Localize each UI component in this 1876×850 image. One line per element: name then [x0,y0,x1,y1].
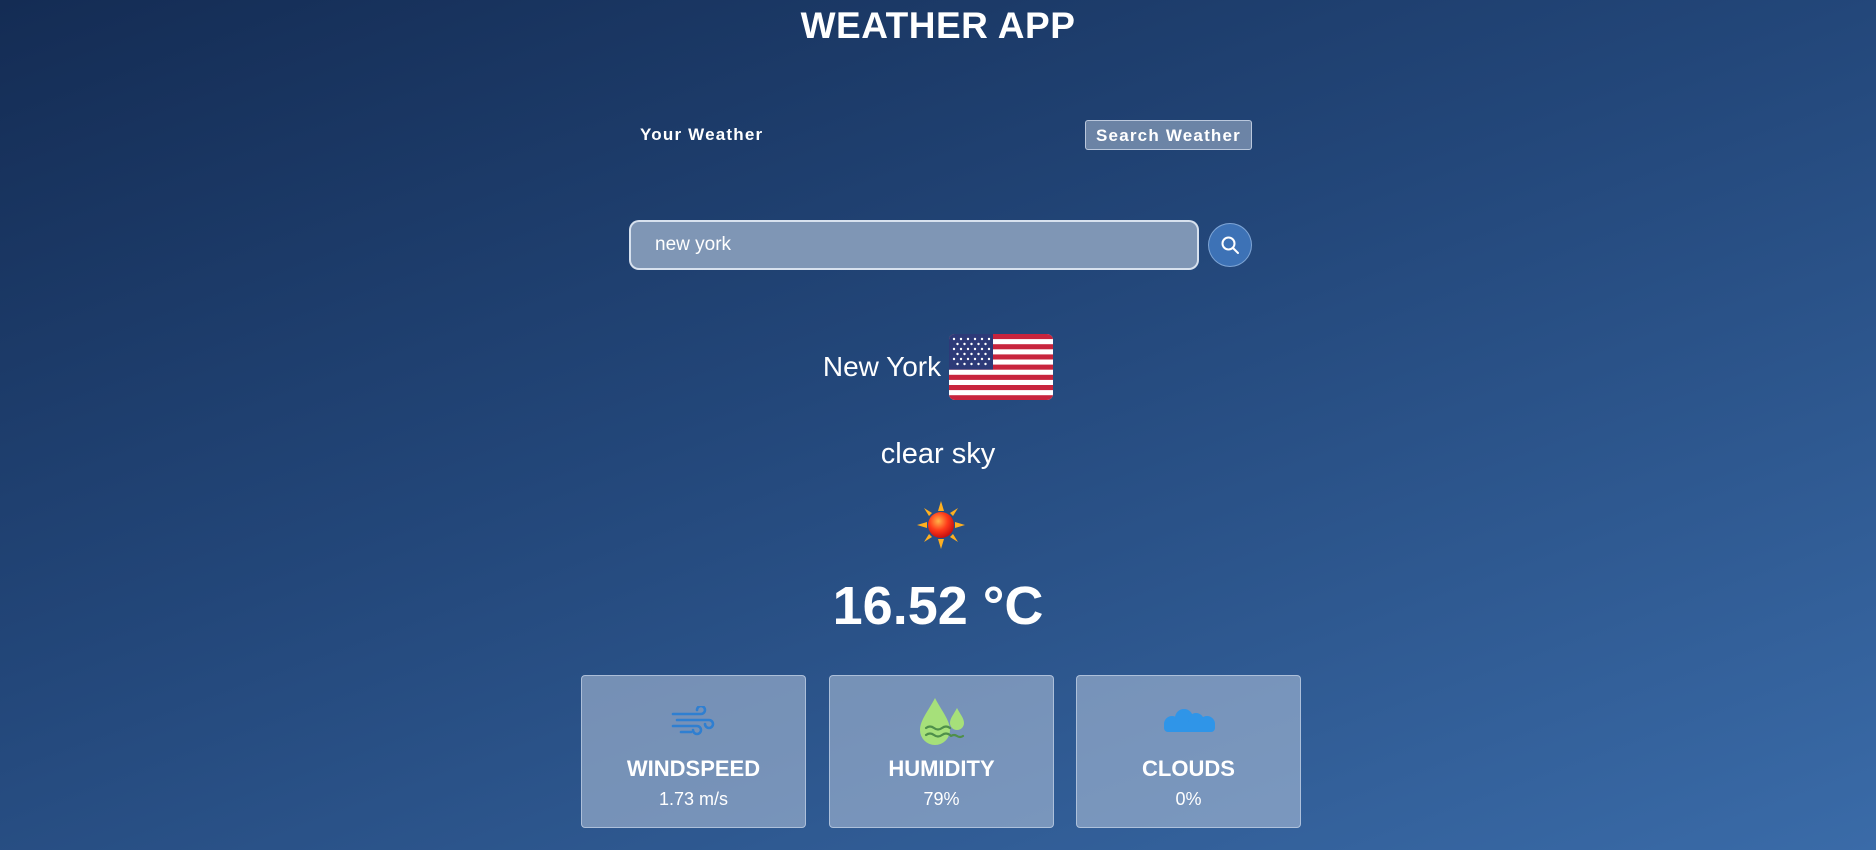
sun-icon [917,501,965,549]
windspeed-label: WINDSPEED [626,756,761,781]
us-flag-icon [949,334,1054,400]
clouds-icon [1163,709,1215,732]
clouds-value: 0% [1175,789,1202,809]
stat-card-windspeed: WINDSPEED 1.73 m/s [581,675,806,828]
city-name: New York [822,351,942,382]
city-header: New York [0,330,1876,404]
clouds-label: CLOUDS [1142,756,1235,781]
weather-description: clear sky [880,438,996,470]
search-bar [629,220,1252,272]
stat-card-clouds: CLOUDS 0% [1076,675,1301,828]
wind-icon [671,706,714,736]
search-button[interactable] [1208,223,1252,267]
humidity-value: 79% [923,789,960,809]
city-search-input[interactable] [629,220,1199,270]
search-icon [1221,236,1239,254]
tab-your-weather[interactable]: Your Weather [630,120,773,150]
windspeed-value: 1.73 m/s [658,789,729,809]
humidity-label: HUMIDITY [888,756,995,781]
stat-card-humidity: HUMIDITY 79% [829,675,1054,828]
tab-bar: Your Weather Search Weather [630,120,1252,152]
app-title: WEATHER APP [800,5,1076,46]
humidity-icon [919,698,964,745]
temperature-value: 16.52 °C [832,576,1044,636]
tab-search-weather[interactable]: Search Weather [1085,120,1252,150]
